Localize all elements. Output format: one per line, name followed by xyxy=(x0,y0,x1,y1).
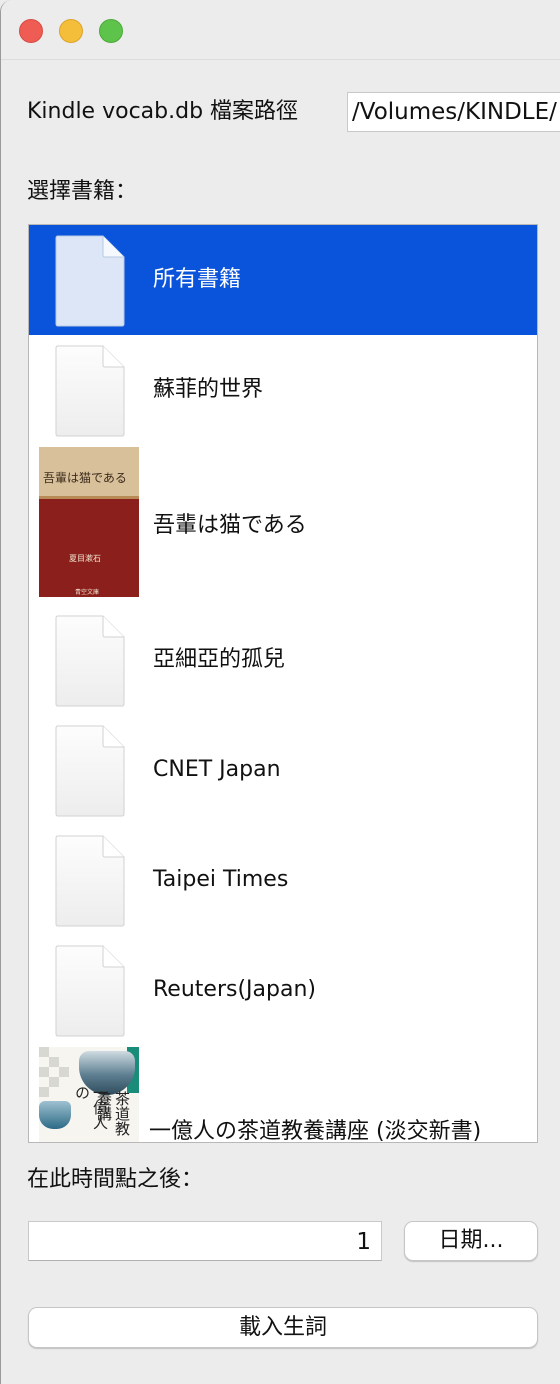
book-title: 蘇菲的世界 xyxy=(153,377,264,402)
document-icon xyxy=(55,945,125,1037)
document-icon xyxy=(55,615,125,707)
book-title: Reuters(Japan) xyxy=(153,977,316,1002)
close-window-button[interactable] xyxy=(19,19,43,43)
book-item-cnet-japan[interactable]: CNET Japan xyxy=(29,715,537,825)
book-title: CNET Japan xyxy=(153,757,281,782)
minimize-window-button[interactable] xyxy=(59,19,83,43)
book-item-orphan-of-asia[interactable]: 亞細亞的孤兒 xyxy=(29,605,537,715)
book-item-taipei-times[interactable]: Taipei Times xyxy=(29,825,537,935)
load-vocab-button[interactable]: 載入生詞 xyxy=(28,1307,538,1348)
timestamp-input[interactable]: 1 xyxy=(28,1221,382,1261)
book-item-wagahai[interactable]: 吾輩は猫である 夏目漱石 青空文庫 吾輩は猫である xyxy=(29,445,537,605)
book-item-sado-kyoyo[interactable]: 一億人の 茶道教養講 一億人の茶道教養講座 (淡交新書) xyxy=(29,1047,537,1143)
path-label: Kindle vocab.db 檔案路徑 xyxy=(27,99,299,124)
select-books-label: 選擇書籍： xyxy=(27,179,138,204)
document-icon xyxy=(55,725,125,817)
maximize-window-button[interactable] xyxy=(99,19,123,43)
path-input[interactable]: /Volumes/KINDLE/ xyxy=(347,92,560,132)
date-button[interactable]: 日期... xyxy=(404,1221,538,1261)
book-item-sophies-world[interactable]: 蘇菲的世界 xyxy=(29,335,537,445)
title-bar[interactable] xyxy=(1,0,560,60)
book-title: Taipei Times xyxy=(153,867,289,892)
after-time-label: 在此時間點之後： xyxy=(27,1167,204,1192)
book-title: 所有書籍 xyxy=(153,267,242,292)
document-icon xyxy=(55,345,125,437)
document-icon xyxy=(55,835,125,927)
book-item-reuters-japan[interactable]: Reuters(Japan) xyxy=(29,935,537,1045)
book-cover-image: 吾輩は猫である 夏目漱石 青空文庫 xyxy=(39,447,139,597)
book-item-all-books[interactable]: 所有書籍 xyxy=(29,225,537,335)
book-title: 亞細亞的孤兒 xyxy=(153,647,286,672)
book-title: 一億人の茶道教養講座 (淡交新書) xyxy=(149,1119,482,1143)
document-icon xyxy=(55,235,125,327)
app-window: Kindle vocab.db 檔案路徑 /Volumes/KINDLE/ 選擇… xyxy=(0,0,560,1384)
book-list[interactable]: 所有書籍 蘇菲的世界 吾輩は猫である 夏目漱石 青空文庫 吾輩は猫である 亞細亞… xyxy=(28,224,538,1143)
book-cover-image: 一億人の 茶道教養講 xyxy=(39,1047,139,1142)
book-title: 吾輩は猫である xyxy=(153,513,307,538)
